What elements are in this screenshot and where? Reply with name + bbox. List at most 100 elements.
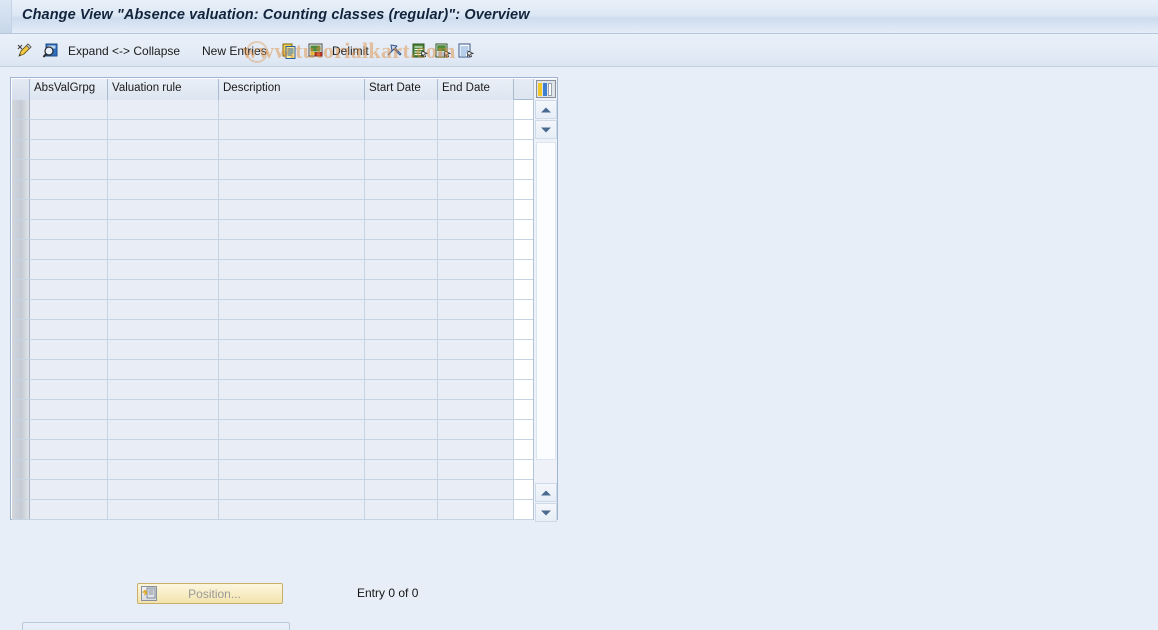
cell-valuation_rule[interactable]: [108, 300, 219, 319]
column-header-absvalgrpg[interactable]: AbsValGrpg: [30, 79, 108, 100]
cell-valuation_rule[interactable]: [108, 320, 219, 339]
cell-description[interactable]: [219, 120, 365, 139]
cell-end_date[interactable]: [438, 240, 514, 259]
column-header-description[interactable]: Description: [219, 79, 365, 100]
row-selector[interactable]: [12, 240, 30, 259]
delimit-button[interactable]: Delimit: [332, 34, 369, 67]
row-selector[interactable]: [12, 220, 30, 239]
undo-button[interactable]: [386, 34, 404, 67]
change-display-button[interactable]: [16, 34, 34, 67]
cell-description[interactable]: [219, 380, 365, 399]
cell-absvalgrpg[interactable]: [30, 280, 108, 299]
table-row[interactable]: [12, 500, 533, 520]
cell-absvalgrpg[interactable]: [30, 160, 108, 179]
cell-valuation_rule[interactable]: [108, 500, 219, 519]
delete-button[interactable]: [307, 34, 325, 67]
position-button[interactable]: Position...: [137, 583, 283, 604]
cell-absvalgrpg[interactable]: [30, 300, 108, 319]
cell-start_date[interactable]: [365, 480, 438, 499]
cell-absvalgrpg[interactable]: [30, 200, 108, 219]
cell-absvalgrpg[interactable]: [30, 180, 108, 199]
table-row[interactable]: [12, 400, 533, 420]
table-row[interactable]: [12, 280, 533, 300]
cell-start_date[interactable]: [365, 100, 438, 119]
cell-valuation_rule[interactable]: [108, 360, 219, 379]
expand-collapse-button[interactable]: Expand <-> Collapse: [68, 34, 180, 67]
cell-start_date[interactable]: [365, 140, 438, 159]
table-row[interactable]: [12, 240, 533, 260]
cell-absvalgrpg[interactable]: [30, 140, 108, 159]
cell-description[interactable]: [219, 280, 365, 299]
cell-start_date[interactable]: [365, 500, 438, 519]
cell-valuation_rule[interactable]: [108, 460, 219, 479]
row-selector[interactable]: [12, 360, 30, 379]
cell-description[interactable]: [219, 420, 365, 439]
cell-absvalgrpg[interactable]: [30, 440, 108, 459]
cell-start_date[interactable]: [365, 340, 438, 359]
cell-description[interactable]: [219, 480, 365, 499]
table-row[interactable]: [12, 220, 533, 240]
cell-description[interactable]: [219, 180, 365, 199]
scroll-down-top-button[interactable]: [534, 120, 557, 139]
cell-valuation_rule[interactable]: [108, 240, 219, 259]
cell-end_date[interactable]: [438, 420, 514, 439]
scroll-down-bottom-button[interactable]: [535, 503, 557, 522]
cell-description[interactable]: [219, 240, 365, 259]
cell-end_date[interactable]: [438, 220, 514, 239]
table-row[interactable]: [12, 360, 533, 380]
row-selector[interactable]: [12, 280, 30, 299]
cell-end_date[interactable]: [438, 260, 514, 279]
row-selector[interactable]: [12, 120, 30, 139]
cell-description[interactable]: [219, 440, 365, 459]
cell-description[interactable]: [219, 200, 365, 219]
cell-end_date[interactable]: [438, 120, 514, 139]
cell-description[interactable]: [219, 160, 365, 179]
cell-end_date[interactable]: [438, 400, 514, 419]
cell-valuation_rule[interactable]: [108, 480, 219, 499]
scroll-track[interactable]: [536, 142, 556, 460]
row-selector[interactable]: [12, 460, 30, 479]
cell-start_date[interactable]: [365, 300, 438, 319]
column-header-selector[interactable]: [12, 79, 30, 100]
cell-end_date[interactable]: [438, 160, 514, 179]
cell-end_date[interactable]: [438, 320, 514, 339]
cell-start_date[interactable]: [365, 280, 438, 299]
cell-end_date[interactable]: [438, 460, 514, 479]
cell-end_date[interactable]: [438, 380, 514, 399]
table-row[interactable]: [12, 100, 533, 120]
cell-start_date[interactable]: [365, 420, 438, 439]
cell-absvalgrpg[interactable]: [30, 240, 108, 259]
row-selector[interactable]: [12, 440, 30, 459]
cell-end_date[interactable]: [438, 480, 514, 499]
scroll-up-bottom-button[interactable]: [535, 483, 557, 502]
table-vertical-scrollbar[interactable]: [533, 79, 557, 522]
cell-end_date[interactable]: [438, 140, 514, 159]
cell-absvalgrpg[interactable]: [30, 120, 108, 139]
row-selector[interactable]: [12, 200, 30, 219]
column-header-start_date[interactable]: Start Date: [365, 79, 438, 100]
cell-start_date[interactable]: [365, 120, 438, 139]
cell-absvalgrpg[interactable]: [30, 480, 108, 499]
row-selector[interactable]: [12, 180, 30, 199]
cell-end_date[interactable]: [438, 280, 514, 299]
cell-description[interactable]: [219, 340, 365, 359]
cell-description[interactable]: [219, 100, 365, 119]
cell-valuation_rule[interactable]: [108, 380, 219, 399]
cell-valuation_rule[interactable]: [108, 340, 219, 359]
cell-valuation_rule[interactable]: [108, 180, 219, 199]
cell-end_date[interactable]: [438, 340, 514, 359]
cell-start_date[interactable]: [365, 380, 438, 399]
table-row[interactable]: [12, 340, 533, 360]
new-entries-button[interactable]: New Entries: [202, 34, 267, 67]
row-selector[interactable]: [12, 340, 30, 359]
row-selector[interactable]: [12, 420, 30, 439]
cell-absvalgrpg[interactable]: [30, 420, 108, 439]
row-selector[interactable]: [12, 500, 30, 519]
column-header-end_date[interactable]: End Date: [438, 79, 514, 100]
table-row[interactable]: [12, 320, 533, 340]
row-selector[interactable]: [12, 260, 30, 279]
table-row[interactable]: [12, 440, 533, 460]
scroll-up-top-button[interactable]: [534, 100, 557, 119]
cell-valuation_rule[interactable]: [108, 400, 219, 419]
table-row[interactable]: [12, 460, 533, 480]
